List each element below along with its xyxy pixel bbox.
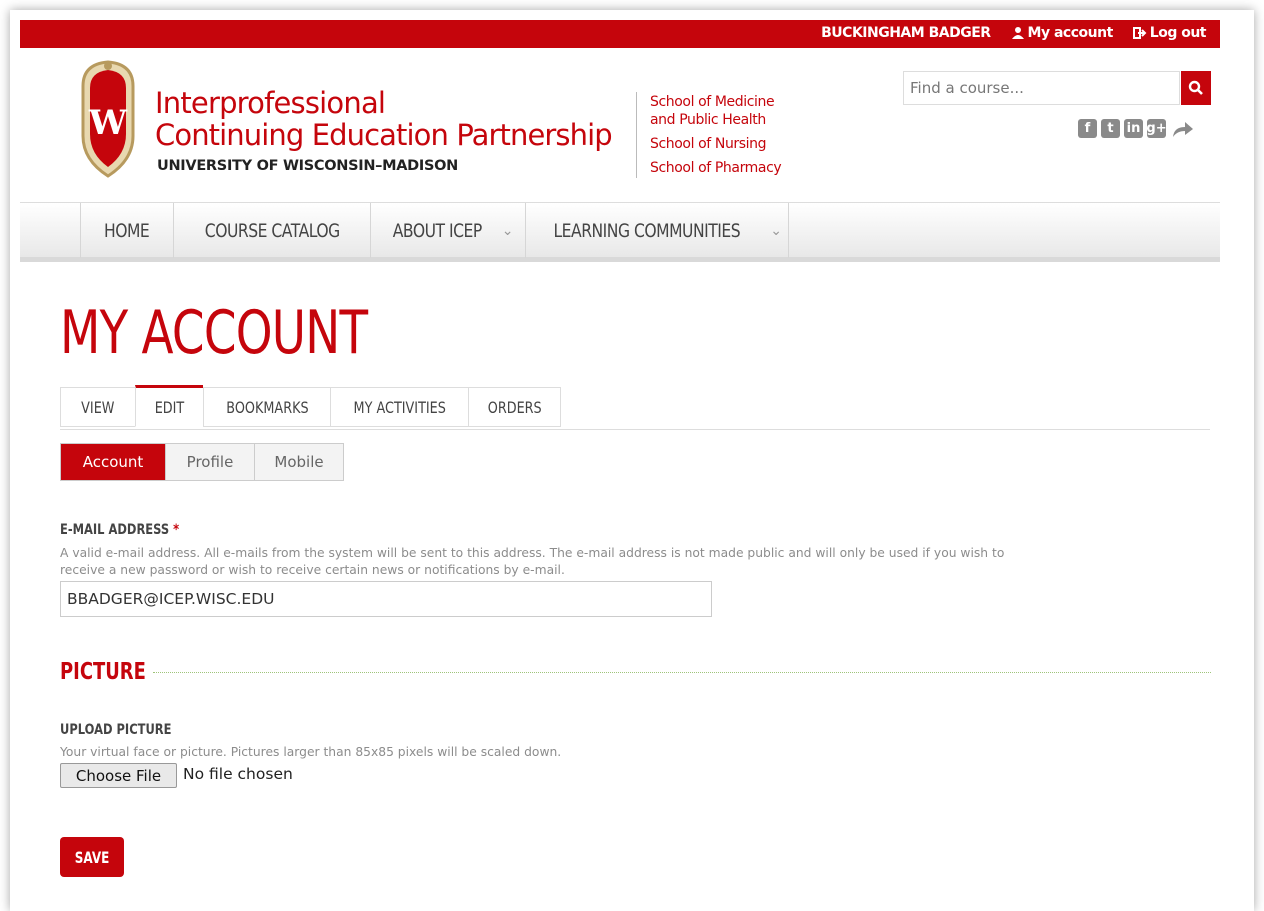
schools-list: School of Medicine and Public Health Sch… (650, 90, 782, 180)
section-divider (153, 672, 1211, 673)
email-label-text: E-MAIL ADDRESS (60, 522, 170, 538)
subtab-profile[interactable]: Profile (165, 444, 254, 480)
upload-picture-label: UPLOAD PICTURE (60, 722, 172, 738)
nav-course-catalog-label: COURSE CATALOG (204, 219, 340, 242)
email-description-line: receive a new password or wish to receiv… (60, 563, 565, 577)
social-links: f t in g+ (1078, 119, 1196, 138)
twitter-icon[interactable]: t (1101, 119, 1120, 138)
my-account-link[interactable]: My account (1011, 25, 1113, 41)
email-description: A valid e-mail address. All e-mails from… (60, 545, 1004, 579)
tab-edit-label: EDIT (154, 397, 185, 417)
uw-crest-logo[interactable]: W (75, 58, 141, 180)
university-name: UNIVERSITY OF WISCONSIN–MADISON (157, 158, 458, 174)
tab-orders-label: ORDERS (487, 397, 542, 417)
email-field[interactable] (60, 581, 712, 617)
google-plus-icon[interactable]: g+ (1146, 119, 1167, 138)
brand-title-line1: Interprofessional (155, 86, 386, 120)
course-search-input[interactable] (903, 71, 1180, 105)
user-name: BUCKINGHAM BADGER (821, 25, 991, 41)
brand-title-line2: Continuing Education Partnership (155, 118, 613, 152)
tab-bookmarks-label: BOOKMARKS (225, 397, 309, 417)
linkedin-icon[interactable]: in (1124, 119, 1143, 138)
my-account-label: My account (1027, 25, 1114, 41)
tabs-divider (60, 429, 1210, 430)
log-out-label: Log out (1149, 25, 1207, 41)
tab-bookmarks[interactable]: BOOKMARKS (203, 387, 330, 427)
upload-picture-description: Your virtual face or picture. Pictures l… (60, 745, 562, 759)
nav-learning-communities[interactable]: LEARNING COMMUNITIES ⌄ (525, 203, 789, 258)
subtab-mobile[interactable]: Mobile (254, 444, 343, 480)
picture-section-heading: PICTURE (60, 659, 146, 685)
search-button[interactable] (1181, 71, 1211, 105)
nav-home-label: HOME (104, 219, 150, 242)
tab-view[interactable]: VIEW (60, 387, 135, 427)
file-status: No file chosen (183, 765, 293, 783)
school-line: School of Pharmacy (650, 160, 782, 176)
edit-subtabs: Account Profile Mobile (60, 443, 344, 481)
required-marker: * (173, 522, 180, 538)
chevron-down-icon: ⌄ (501, 222, 514, 239)
log-out-icon (1132, 27, 1147, 39)
email-description-line: A valid e-mail address. All e-mails from… (60, 546, 1005, 560)
school-line: and Public Health (650, 112, 766, 128)
page-title: MY ACCOUNT (60, 298, 368, 368)
search-icon (1188, 80, 1203, 95)
save-button[interactable]: SAVE (60, 837, 124, 877)
svg-text:W: W (88, 103, 128, 143)
facebook-icon[interactable]: f (1078, 119, 1097, 138)
nav-home[interactable]: HOME (80, 203, 173, 258)
main-navigation: HOME COURSE CATALOG ABOUT ICEP ⌄ LEARNIN… (20, 202, 1220, 262)
save-button-label: SAVE (74, 847, 110, 867)
nav-course-catalog[interactable]: COURSE CATALOG (173, 203, 370, 258)
chevron-down-icon: ⌄ (770, 222, 782, 239)
tab-my-activities[interactable]: MY ACTIVITIES (330, 387, 468, 427)
tab-orders[interactable]: ORDERS (468, 387, 561, 427)
nav-about-icep-label: ABOUT ICEP (392, 219, 482, 242)
tab-edit[interactable]: EDIT (135, 385, 203, 427)
nav-learning-communities-label: LEARNING COMMUNITIES (553, 219, 740, 242)
user-icon (1011, 27, 1024, 39)
account-tabs: VIEW EDIT BOOKMARKS MY ACTIVITIES ORDERS (60, 385, 561, 427)
log-out-link[interactable]: Log out (1132, 25, 1207, 41)
nav-about-icep[interactable]: ABOUT ICEP ⌄ (370, 203, 525, 258)
school-line: School of Nursing (650, 136, 767, 152)
tab-view-label: VIEW (81, 397, 115, 417)
choose-file-button[interactable]: Choose File (60, 763, 177, 788)
header-divider (636, 92, 637, 178)
tab-my-activities-label: MY ACTIVITIES (353, 397, 446, 417)
subtab-account[interactable]: Account (61, 444, 165, 480)
share-icon[interactable] (1170, 119, 1196, 138)
email-label: E-MAIL ADDRESS * (60, 522, 179, 538)
top-utility-bar: BUCKINGHAM BADGER My account Log out (20, 20, 1220, 48)
